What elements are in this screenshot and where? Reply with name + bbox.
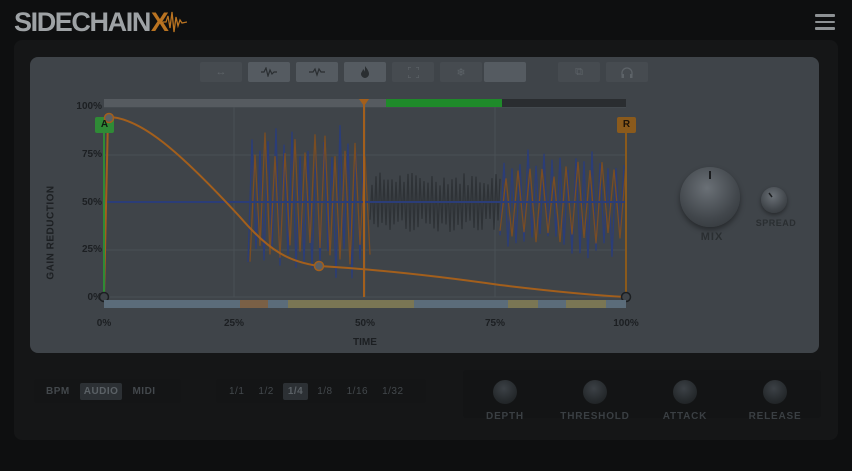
mode-bpm[interactable]: BPM bbox=[42, 383, 74, 400]
mix-label: MIX bbox=[700, 231, 724, 243]
logo: SIDECHAIN X bbox=[14, 5, 187, 39]
depth-knob[interactable] bbox=[493, 380, 517, 404]
division-selector: 1/1 1/2 1/4 1/8 1/16 1/32 bbox=[216, 379, 426, 403]
release-marker-label[interactable]: R bbox=[617, 119, 636, 130]
playback-fill-green bbox=[386, 99, 502, 107]
mode-audio[interactable]: AUDIO bbox=[79, 382, 123, 400]
hamburger-menu-icon[interactable] bbox=[815, 14, 835, 32]
attack-marker-label[interactable]: A bbox=[95, 119, 114, 130]
spread-knob[interactable] bbox=[761, 187, 787, 213]
division-1-1[interactable]: 1/1 bbox=[224, 383, 249, 400]
mode-midi[interactable]: MIDI bbox=[128, 383, 159, 400]
division-1-4[interactable]: 1/4 bbox=[282, 382, 309, 400]
logo-wave-icon bbox=[162, 11, 187, 33]
envelope-panel: ↔ ❄ ⧉ 100% 75% 50% 25% 0% 0% 25% 50% 75%… bbox=[30, 57, 819, 353]
release-label: RELEASE bbox=[748, 411, 802, 422]
division-1-8[interactable]: 1/8 bbox=[312, 383, 337, 400]
division-1-16[interactable]: 1/16 bbox=[342, 383, 373, 400]
plugin-window: SIDECHAIN X ↔ ❄ ⧉ 100% 75% 50% 25% 0% 0%… bbox=[0, 0, 852, 471]
attack-label: ATTACK bbox=[662, 411, 708, 422]
threshold-label: THRESHOLD bbox=[560, 411, 630, 422]
threshold-knob[interactable] bbox=[583, 380, 607, 404]
division-1-2[interactable]: 1/2 bbox=[253, 383, 278, 400]
sync-mode-selector: BPM AUDIO MIDI bbox=[34, 379, 181, 403]
division-1-32[interactable]: 1/32 bbox=[377, 383, 408, 400]
mix-knob[interactable] bbox=[680, 167, 740, 227]
depth-label: DEPTH bbox=[486, 411, 524, 422]
release-knob[interactable] bbox=[763, 380, 787, 404]
attack-knob[interactable] bbox=[673, 380, 697, 404]
spread-label: SPREAD bbox=[755, 218, 797, 228]
parameter-knobs: DEPTH THRESHOLD ATTACK RELEASE bbox=[463, 370, 821, 422]
logo-text: SIDECHAIN bbox=[14, 6, 151, 37]
envelope-point-mid bbox=[313, 260, 325, 272]
playback-fill-grey bbox=[104, 99, 386, 107]
